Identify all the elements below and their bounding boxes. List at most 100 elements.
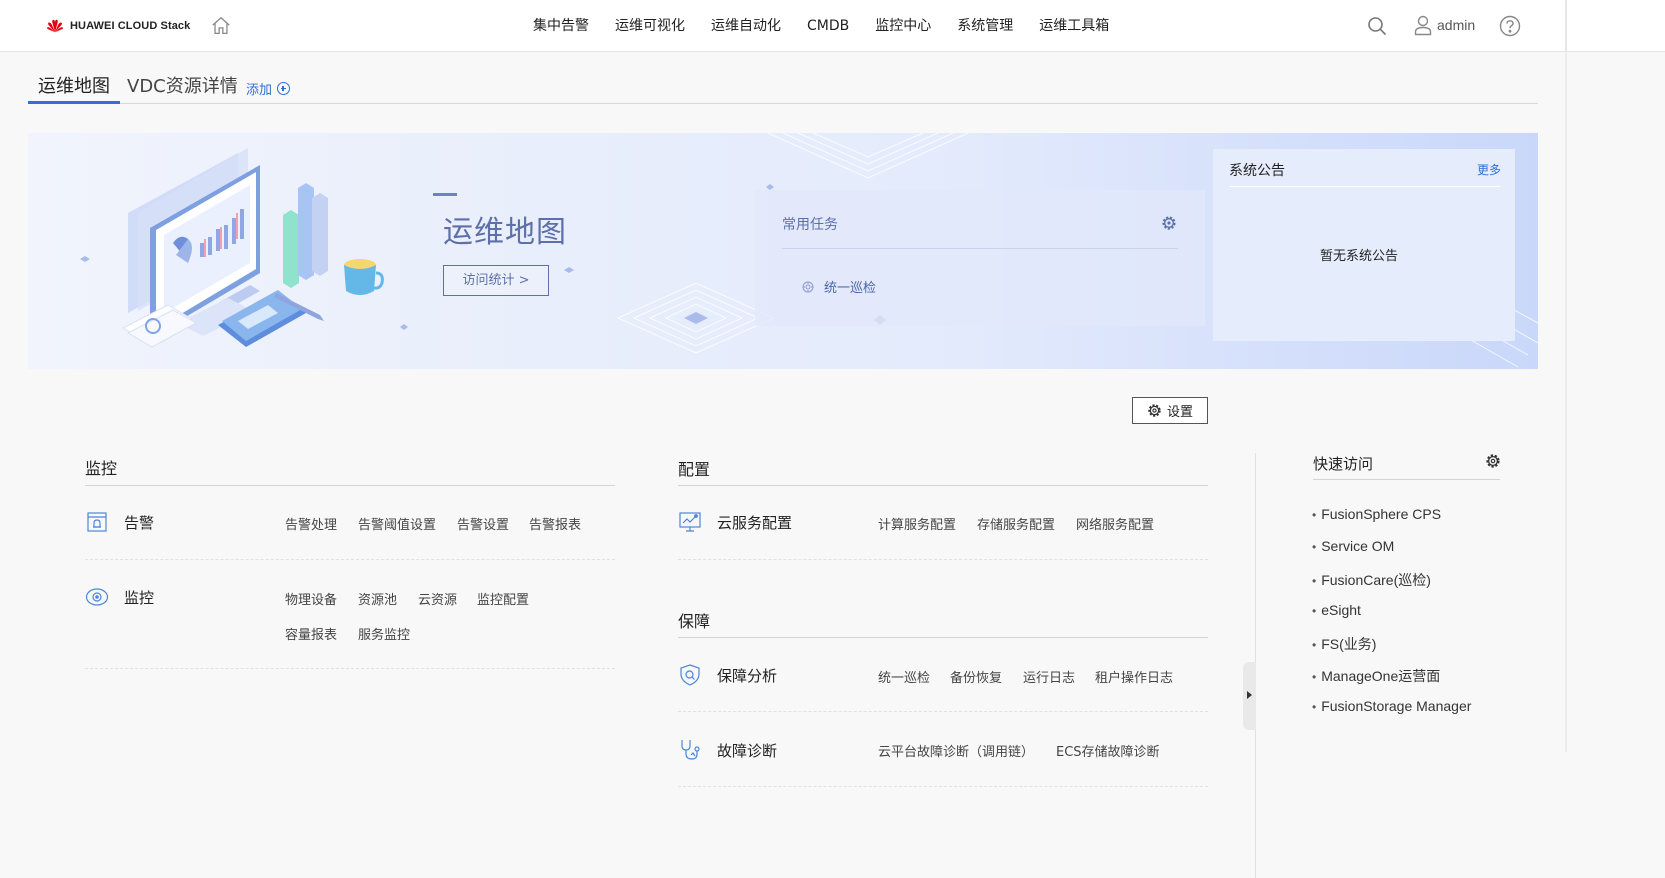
tab-ops-map[interactable]: 运维地图 bbox=[28, 70, 120, 104]
visit-statistics-button[interactable]: 访问统计 > bbox=[443, 265, 549, 296]
collapse-panel-button[interactable] bbox=[1243, 662, 1256, 730]
link-storage-service-config[interactable]: 存储服务配置 bbox=[977, 514, 1055, 533]
alarm-icon bbox=[87, 512, 107, 532]
link-tenant-operation-logs[interactable]: 租户操作日志 bbox=[1095, 667, 1173, 686]
category-label: 云服务配置 bbox=[717, 513, 793, 532]
add-tab-button[interactable]: 添加 bbox=[246, 79, 291, 98]
home-icon[interactable] bbox=[210, 15, 232, 37]
common-tasks-panel: 常用任务 统一巡检 bbox=[755, 190, 1205, 326]
link-alarm-settings[interactable]: 告警设置 bbox=[457, 514, 509, 533]
quick-link-esight[interactable]: • eSight bbox=[1312, 602, 1361, 618]
quick-link-manageone[interactable]: • ManageOne运营面 bbox=[1312, 666, 1440, 686]
quick-link-label: eSight bbox=[1321, 602, 1361, 618]
nav-item-alarm-center[interactable]: 集中告警 bbox=[520, 0, 602, 52]
page-scrollbar[interactable] bbox=[1565, 52, 1567, 752]
cloud-config-icon bbox=[679, 512, 701, 532]
monitoring-eye-icon bbox=[85, 588, 109, 606]
settings-button[interactable]: 设置 bbox=[1132, 397, 1208, 424]
page-tabs: 运维地图 VDC资源详情 添加 bbox=[28, 70, 1538, 104]
inspection-icon bbox=[802, 281, 814, 292]
link-unified-inspection[interactable]: 统一巡检 bbox=[878, 667, 930, 686]
link-ecs-storage-fault-diagnosis[interactable]: ECS存储故障诊断 bbox=[1056, 741, 1160, 760]
section-title-guarantee: 保障 bbox=[678, 612, 711, 631]
task-label: 统一巡检 bbox=[824, 281, 877, 296]
scrollbar[interactable] bbox=[1565, 0, 1567, 52]
notice-more-link[interactable]: 更多 bbox=[1477, 161, 1501, 178]
link-service-monitoring[interactable]: 服务监控 bbox=[358, 624, 410, 643]
nav-item-ops-automation[interactable]: 运维自动化 bbox=[698, 0, 794, 52]
link-alarm-reports[interactable]: 告警报表 bbox=[529, 514, 581, 533]
search-icon[interactable] bbox=[1367, 16, 1387, 36]
gear-icon[interactable] bbox=[1161, 215, 1177, 231]
link-physical-devices[interactable]: 物理设备 bbox=[285, 589, 337, 608]
section-title-config: 配置 bbox=[678, 460, 711, 479]
user-menu[interactable]: admin bbox=[1413, 14, 1475, 36]
gear-icon[interactable] bbox=[1485, 453, 1501, 469]
quick-link-label: FusionSphere CPS bbox=[1321, 506, 1442, 522]
link-cloud-resources[interactable]: 云资源 bbox=[418, 589, 457, 608]
common-tasks-title: 常用任务 bbox=[782, 217, 838, 233]
category-label: 故障诊断 bbox=[717, 741, 778, 760]
link-run-logs[interactable]: 运行日志 bbox=[1023, 667, 1075, 686]
notice-empty-text: 暂无系统公告 bbox=[1319, 249, 1398, 264]
divider bbox=[1313, 479, 1500, 480]
nav-item-cmdb[interactable]: CMDB bbox=[794, 0, 862, 52]
user-icon bbox=[1414, 15, 1432, 36]
top-bar: HUAWEI CLOUD Stack 集中告警 运维可视化 运维自动化 CMDB… bbox=[0, 0, 1665, 52]
system-notice-panel: 系统公告 更多 暂无系统公告 bbox=[1213, 149, 1515, 341]
help-icon[interactable] bbox=[1499, 15, 1521, 37]
nav-item-system-management[interactable]: 系统管理 bbox=[944, 0, 1026, 52]
quick-link-label: FusionStorage Manager bbox=[1321, 698, 1472, 714]
category-cloud-service-config[interactable]: 云服务配置 bbox=[678, 510, 792, 534]
gear-icon bbox=[1148, 404, 1161, 417]
divider bbox=[678, 485, 1208, 486]
user-name: admin bbox=[1437, 17, 1476, 33]
plus-circle-icon bbox=[277, 82, 291, 95]
link-backup-restore[interactable]: 备份恢复 bbox=[950, 667, 1002, 686]
link-cloud-platform-fault-diagnosis[interactable]: 云平台故障诊断（调用链） bbox=[878, 741, 1034, 760]
category-label: 保障分析 bbox=[717, 666, 778, 685]
main-nav: 集中告警 运维可视化 运维自动化 CMDB 监控中心 系统管理 运维工具箱 bbox=[520, 0, 1122, 52]
divider bbox=[678, 637, 1208, 638]
stethoscope-icon bbox=[681, 740, 700, 760]
quick-link-fusionstorage-manager[interactable]: • FusionStorage Manager bbox=[1312, 698, 1471, 714]
category-label: 告警 bbox=[124, 513, 155, 532]
nav-item-ops-toolbox[interactable]: 运维工具箱 bbox=[1026, 0, 1122, 52]
tab-vdc-resource-detail[interactable]: VDC资源详情 bbox=[127, 70, 238, 104]
link-capacity-reports[interactable]: 容量报表 bbox=[285, 624, 337, 643]
category-fault-diagnosis[interactable]: 故障诊断 bbox=[678, 738, 777, 762]
nav-item-ops-visualization[interactable]: 运维可视化 bbox=[602, 0, 698, 52]
link-resource-pool[interactable]: 资源池 bbox=[358, 589, 397, 608]
link-alarm-threshold-settings[interactable]: 告警阈值设置 bbox=[358, 514, 436, 533]
nav-item-monitor-center[interactable]: 监控中心 bbox=[862, 0, 944, 52]
quick-link-service-om[interactable]: • Service OM bbox=[1312, 538, 1394, 554]
divider bbox=[1229, 186, 1500, 187]
row-divider bbox=[85, 668, 615, 669]
category-alarm[interactable]: 告警 bbox=[85, 510, 154, 534]
quick-link-fusioncare[interactable]: • FusionCare(巡检) bbox=[1312, 570, 1431, 590]
quick-link-fs-business[interactable]: • FS(业务) bbox=[1312, 634, 1376, 654]
link-network-service-config[interactable]: 网络服务配置 bbox=[1076, 514, 1154, 533]
category-guarantee-analysis[interactable]: 保障分析 bbox=[678, 663, 777, 687]
quick-access-title: 快速访问 bbox=[1313, 455, 1374, 473]
quick-link-label: ManageOne运营面 bbox=[1321, 668, 1441, 684]
row-divider bbox=[85, 559, 615, 560]
section-title-monitor: 监控 bbox=[85, 459, 118, 478]
link-alarm-handling[interactable]: 告警处理 bbox=[285, 514, 337, 533]
quick-link-fusionsphere-cps[interactable]: • FusionSphere CPS bbox=[1312, 506, 1441, 522]
link-compute-service-config[interactable]: 计算服务配置 bbox=[878, 514, 956, 533]
category-label: 监控 bbox=[124, 588, 155, 607]
add-tab-label: 添加 bbox=[246, 83, 273, 98]
banner: 运维地图 访问统计 > 常用任务 统一巡检 系统公告 更多 暂无系统公告 bbox=[28, 133, 1538, 369]
quick-link-label: FS(业务) bbox=[1321, 636, 1377, 652]
notice-title: 系统公告 bbox=[1229, 163, 1285, 179]
quick-link-label: FusionCare(巡检) bbox=[1321, 572, 1431, 588]
link-monitor-config[interactable]: 监控配置 bbox=[477, 589, 529, 608]
logo[interactable]: HUAWEI CLOUD Stack bbox=[46, 17, 190, 35]
task-item-unified-inspection[interactable]: 统一巡检 bbox=[802, 277, 876, 296]
row-divider bbox=[678, 711, 1208, 712]
banner-title: 运维地图 bbox=[443, 215, 567, 250]
row-divider bbox=[678, 786, 1208, 787]
category-monitoring[interactable]: 监控 bbox=[85, 585, 154, 609]
divider bbox=[85, 485, 615, 486]
